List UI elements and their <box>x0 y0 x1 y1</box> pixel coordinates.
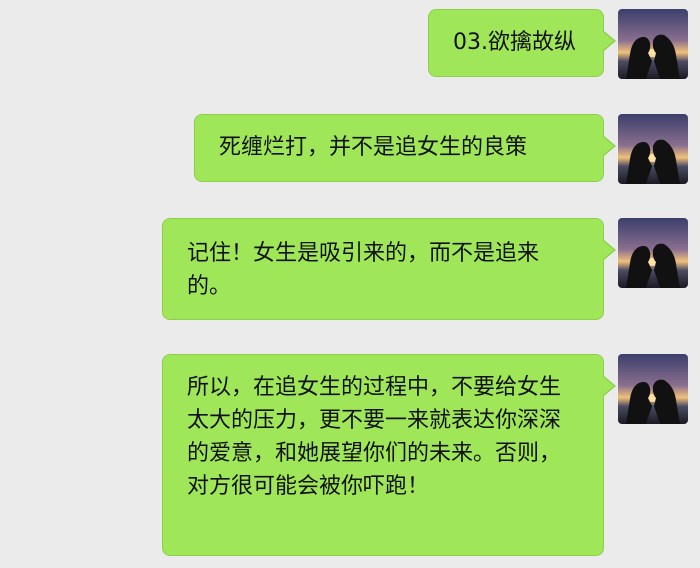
message-row: 死缠烂打，并不是追女生的良策 <box>194 114 688 184</box>
avatar[interactable] <box>618 114 688 184</box>
message-bubble[interactable]: 死缠烂打，并不是追女生的良策 <box>194 114 616 182</box>
message-text: 死缠烂打，并不是追女生的良策 <box>219 135 528 160</box>
message-row: 所以，在追女生的过程中，不要给女生太大的压力，更不要一来就表达你深深的爱意，和她… <box>162 354 688 556</box>
chat-area: 03.欲擒故纵 死缠烂打，并不是追女生的良策 记住！女生是吸引来的，而不是追来的… <box>0 0 700 568</box>
couple-silhouette-icon <box>618 354 688 424</box>
avatar[interactable] <box>618 9 688 79</box>
message-row: 03.欲擒故纵 <box>428 9 688 79</box>
couple-silhouette-icon <box>618 9 688 79</box>
message-text: 03.欲擒故纵 <box>453 30 576 55</box>
avatar[interactable] <box>618 354 688 424</box>
couple-silhouette-icon <box>618 114 688 184</box>
message-text: 记住！女生是吸引来的，而不是追来的。 <box>187 241 540 299</box>
avatar[interactable] <box>618 218 688 288</box>
message-text: 所以，在追女生的过程中，不要给女生太大的压力，更不要一来就表达你深深的爱意，和她… <box>187 375 562 499</box>
message-row: 记住！女生是吸引来的，而不是追来的。 <box>162 218 688 320</box>
message-bubble[interactable]: 03.欲擒故纵 <box>428 9 616 77</box>
couple-silhouette-icon <box>618 218 688 288</box>
message-bubble[interactable]: 所以，在追女生的过程中，不要给女生太大的压力，更不要一来就表达你深深的爱意，和她… <box>162 354 616 556</box>
message-bubble[interactable]: 记住！女生是吸引来的，而不是追来的。 <box>162 218 616 320</box>
